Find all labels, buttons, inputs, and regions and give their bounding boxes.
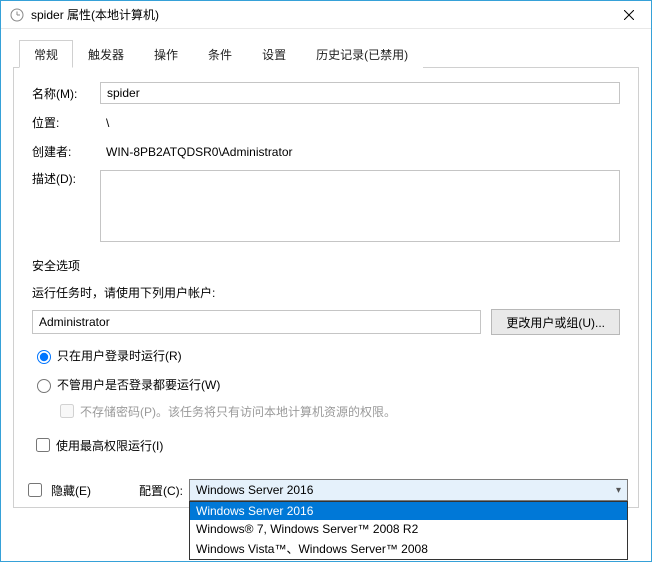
radio-logged-on-label: 只在用户登录时运行(R)	[57, 347, 182, 364]
tab-conditions[interactable]: 条件	[193, 40, 247, 68]
tab-settings[interactable]: 设置	[247, 40, 301, 68]
creator-label: 创建者:	[32, 143, 100, 160]
nostore-password-label: 不存储密码(P)。该任务将只有访问本地计算机资源的权限。	[80, 403, 396, 420]
radio-always[interactable]	[37, 379, 51, 393]
configure-for-display[interactable]: Windows Server 2016 ▾	[189, 479, 628, 501]
configure-for-combo[interactable]: Windows Server 2016 ▾ Windows Server 201…	[189, 479, 628, 501]
highest-privileges-checkbox[interactable]	[36, 438, 50, 452]
radio-logged-on-row: 只在用户登录时运行(R)	[32, 347, 620, 364]
name-input[interactable]	[100, 82, 620, 104]
radio-always-label: 不管用户是否登录都要运行(W)	[57, 376, 220, 393]
highest-priv-row: 使用最高权限运行(I)	[32, 435, 620, 455]
tab-general[interactable]: 常规	[19, 40, 73, 68]
tabstrip: 常规 触发器 操作 条件 设置 历史记录(已禁用)	[13, 39, 639, 68]
change-user-button[interactable]: 更改用户或组(U)...	[491, 309, 620, 335]
window-title: spider 属性(本地计算机)	[31, 6, 607, 23]
location-value: \	[100, 116, 620, 130]
tab-triggers[interactable]: 触发器	[73, 40, 139, 68]
radio-always-row: 不管用户是否登录都要运行(W)	[32, 376, 620, 393]
chevron-down-icon: ▾	[616, 485, 621, 496]
tab-content-general: 名称(M): 位置: \ 创建者: WIN-8PB2ATQDSR0\Admini…	[13, 68, 639, 508]
titlebar: spider 属性(本地计算机)	[1, 1, 651, 29]
body-area: 常规 触发器 操作 条件 设置 历史记录(已禁用) 名称(M): 位置: \ 创…	[1, 29, 651, 520]
tab-actions[interactable]: 操作	[139, 40, 193, 68]
description-label: 描述(D):	[32, 170, 100, 187]
hidden-checkbox[interactable]	[28, 483, 42, 497]
close-icon	[624, 10, 634, 20]
security-section: 安全选项 运行任务时，请使用下列用户帐户: 更改用户或组(U)... 只在用户登…	[32, 257, 620, 455]
row-name: 名称(M):	[32, 82, 620, 104]
creator-value: WIN-8PB2ATQDSR0\Administrator	[100, 145, 620, 159]
account-row: 更改用户或组(U)...	[32, 309, 620, 335]
nostore-row: 不存储密码(P)。该任务将只有访问本地计算机资源的权限。	[56, 401, 620, 421]
name-label: 名称(M):	[32, 85, 100, 102]
close-button[interactable]	[607, 1, 651, 29]
configure-for-selected: Windows Server 2016	[196, 483, 313, 497]
security-section-title: 安全选项	[32, 257, 620, 274]
nostore-password-checkbox	[60, 404, 74, 418]
description-input[interactable]	[100, 170, 620, 242]
account-input	[32, 310, 481, 334]
configure-for-label: 配置(C):	[139, 482, 183, 499]
bottom-row: 隐藏(E) 配置(C): Windows Server 2016 ▾ Windo…	[24, 479, 628, 501]
configure-for-dropdown: Windows Server 2016 Windows® 7, Windows …	[189, 501, 628, 560]
highest-privileges-label: 使用最高权限运行(I)	[56, 437, 163, 454]
radio-logged-on[interactable]	[37, 350, 51, 364]
configure-for-option[interactable]: Windows Server 2016	[190, 502, 627, 520]
row-creator: 创建者: WIN-8PB2ATQDSR0\Administrator	[32, 143, 620, 160]
configure-for-option[interactable]: Windows® 7, Windows Server™ 2008 R2	[190, 520, 627, 538]
location-label: 位置:	[32, 114, 100, 131]
properties-window: spider 属性(本地计算机) 常规 触发器 操作 条件 设置 历史记录(已禁…	[0, 0, 652, 562]
security-prompt: 运行任务时，请使用下列用户帐户:	[32, 284, 620, 301]
tab-history[interactable]: 历史记录(已禁用)	[301, 40, 423, 68]
configure-for-option[interactable]: Windows Vista™、Windows Server™ 2008	[190, 538, 627, 559]
row-location: 位置: \	[32, 114, 620, 131]
hidden-row: 隐藏(E)	[24, 480, 91, 500]
row-description: 描述(D):	[32, 170, 620, 245]
hidden-label: 隐藏(E)	[51, 482, 91, 499]
clock-icon	[9, 7, 25, 23]
